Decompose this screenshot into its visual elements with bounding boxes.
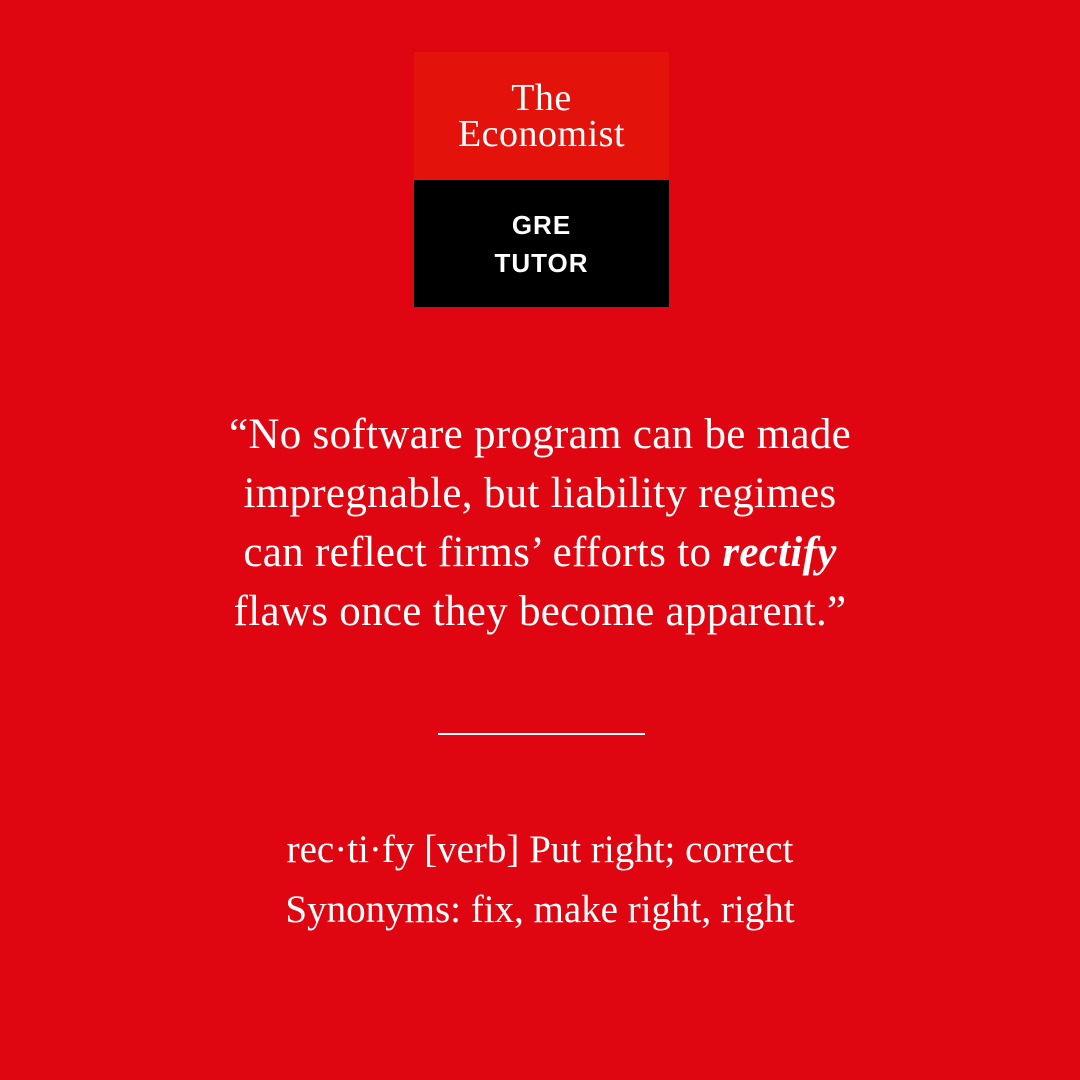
logo-word-economist: Economist: [457, 113, 626, 155]
logo-sub-gre: GRE: [511, 209, 572, 240]
word-definition: rec·ti·fy [verb] Put right; correct Syno…: [60, 820, 1020, 940]
divider-line: [438, 733, 645, 735]
economist-gre-tutor-logo: The Economist GRE TUTOR: [414, 52, 669, 307]
quote-keyword: rectify: [722, 529, 837, 576]
quote-line-2: impregnable, but liability regimes: [243, 470, 837, 517]
quote-line-3-text: can reflect firms’ efforts to: [243, 529, 723, 576]
logo-sub-tutor: TUTOR: [494, 247, 589, 278]
logo-subtitle-block: GRE TUTOR: [414, 180, 669, 307]
quote-line-4: flaws once they become apparent.”: [233, 588, 847, 635]
logo-masthead: The Economist: [414, 52, 669, 180]
synonyms-line: Synonyms: fix, make right, right: [285, 888, 795, 931]
quote-line-1: “No software program can be made: [228, 411, 852, 458]
quote-line-3: can reflect firms’ efforts to rectify: [60, 523, 1020, 582]
logo-word-the: The: [511, 77, 572, 119]
definition-line: rec·ti·fy [verb] Put right; correct: [286, 828, 794, 871]
example-quote: “No software program can be made impregn…: [60, 405, 1020, 641]
